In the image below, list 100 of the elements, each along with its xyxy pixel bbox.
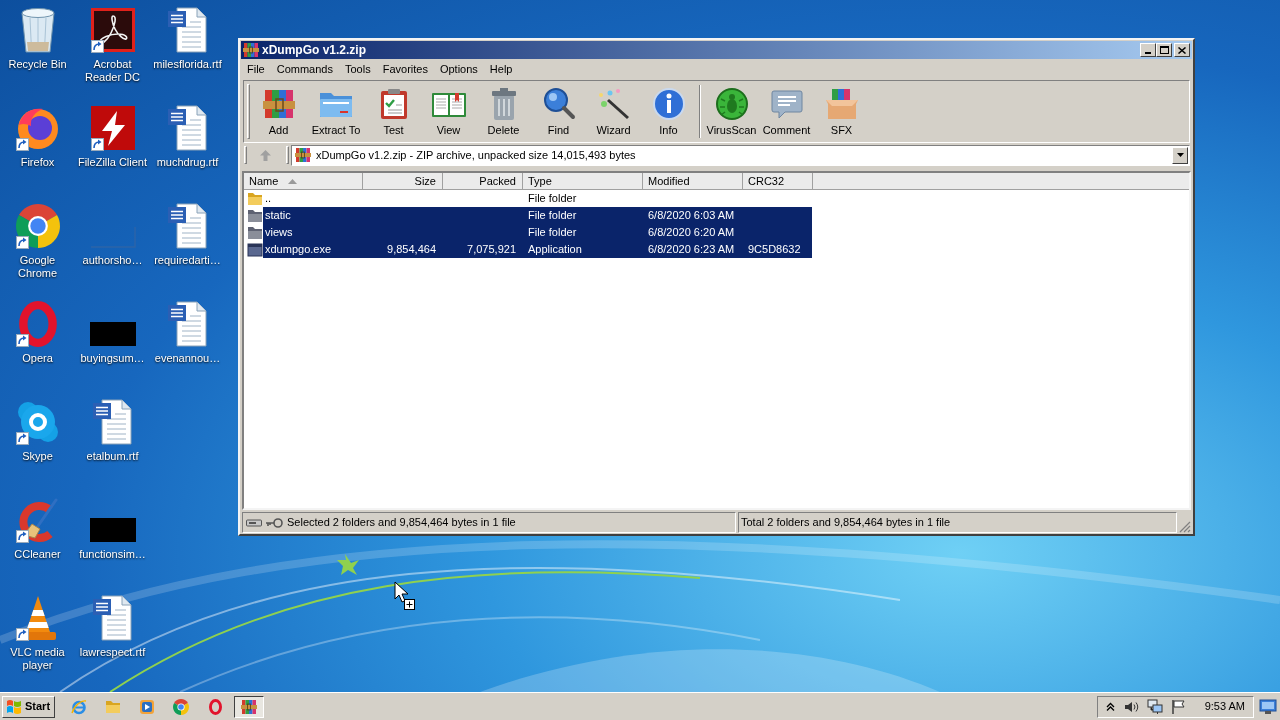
resize-grip-icon[interactable]: [1179, 521, 1191, 533]
up-arrow-icon: [259, 149, 271, 161]
minimize-icon: [1145, 52, 1151, 54]
icon-label[interactable]: muchdrug.rtf: [156, 156, 219, 169]
icon-label[interactable]: Acrobat Reader DC: [75, 58, 150, 84]
recycle-bin-icon[interactable]: [19, 7, 56, 53]
column-header[interactable]: Packed: [443, 173, 523, 190]
menu-item[interactable]: Tools: [339, 60, 377, 77]
document-icon[interactable]: [167, 7, 208, 53]
bolt-tile-icon[interactable]: [90, 106, 135, 150]
show-desktop-button[interactable]: [1258, 696, 1278, 717]
file-row[interactable]: static File folder 6/8/2020 6:03 AM: [263, 207, 812, 224]
table-cell-text: File folder: [527, 225, 578, 240]
sort-arrow-icon: [288, 178, 298, 184]
maximize-button[interactable]: [1156, 43, 1172, 57]
chevron-up-icon[interactable]: [1105, 702, 1115, 711]
menu-item[interactable]: Commands: [270, 60, 339, 77]
globe-icon[interactable]: [15, 106, 60, 150]
icon-label[interactable]: authorsho…: [82, 254, 143, 267]
clock[interactable]: 9:53 AM: [1204, 698, 1245, 715]
icon-label[interactable]: lawrespect.rtf: [79, 646, 146, 659]
flag-logo-icon: [6, 699, 22, 714]
flag-icon[interactable]: [1170, 698, 1185, 715]
table-cell-text: 9,854,464: [386, 242, 437, 257]
network-icon[interactable]: [1146, 698, 1163, 715]
box-icon: [823, 86, 860, 122]
play-icon: [139, 698, 155, 715]
info-button[interactable]: Info: [641, 81, 696, 142]
folder-icon: [247, 208, 263, 223]
monitor-icon: [1259, 698, 1277, 715]
table-cell-text: File folder: [527, 191, 578, 206]
table-cell-text: File folder: [527, 208, 578, 223]
menu-item[interactable]: Options: [433, 60, 484, 77]
application-icon: [247, 242, 263, 257]
icon-label[interactable]: Opera: [22, 352, 53, 365]
comment-button[interactable]: Comment: [759, 81, 814, 142]
icon-label[interactable]: Firefox: [20, 156, 55, 169]
icon-label[interactable]: FileZilla Client: [77, 156, 148, 169]
icon-label[interactable]: etalbum.rtf: [86, 450, 139, 463]
column-header[interactable]: Name: [244, 173, 363, 190]
icon-label[interactable]: CCleaner: [14, 548, 61, 561]
column-header[interactable]: CRC32: [743, 173, 813, 190]
column-header[interactable]: Size: [363, 173, 443, 190]
wizard-button[interactable]: Wizard: [586, 81, 641, 142]
icon-label[interactable]: Google Chrome: [0, 254, 75, 280]
icon-label[interactable]: Skype: [22, 450, 53, 463]
document-icon[interactable]: [167, 203, 208, 249]
key-icon: [265, 517, 283, 528]
delete-button[interactable]: Delete: [476, 81, 531, 142]
icon-label[interactable]: milesflorida.rtf: [153, 58, 222, 71]
file-row[interactable]: views File folder 6/8/2020 6:20 AM: [263, 224, 812, 241]
column-header[interactable]: Type: [523, 173, 643, 190]
find-button[interactable]: Find: [531, 81, 586, 142]
extract-to-button[interactable]: Extract To: [306, 81, 366, 142]
menu-item[interactable]: File: [241, 60, 271, 77]
maximize-icon: [1159, 46, 1169, 54]
sfx-button[interactable]: SFX: [814, 81, 869, 142]
thumbnail-icon[interactable]: [89, 518, 136, 542]
virus-scan-button[interactable]: VirusScan: [704, 81, 759, 142]
cloud-icon[interactable]: [15, 400, 60, 444]
test-button[interactable]: Test: [366, 81, 421, 142]
menu-item[interactable]: Favorites: [376, 60, 434, 77]
status-text: Total 2 folders and 9,854,464 bytes in 1 file: [741, 515, 951, 531]
document-icon[interactable]: [92, 399, 133, 445]
column-header[interactable]: Modified: [643, 173, 743, 190]
address-field[interactable]: xDumpGo v1.2.zip - ZIP archive, unpacked size 14,015,493 bytes: [291, 144, 1190, 166]
icon-label[interactable]: evenannou…: [154, 352, 221, 365]
file-name: xdumpgo.exe: [264, 242, 333, 257]
taskbar-button[interactable]: [234, 695, 264, 718]
folder-icon: [247, 225, 263, 240]
icon-label[interactable]: buyingsum…: [80, 352, 145, 365]
table-cell-text: 9C5D8632: [747, 242, 802, 257]
color-wheel-icon: [173, 698, 189, 715]
dropdown-button[interactable]: [1172, 146, 1188, 164]
status-text: Selected 2 folders and 9,854,464 bytes in 1 file: [287, 515, 516, 531]
color-wheel-icon[interactable]: [15, 204, 60, 248]
minimize-button[interactable]: [1140, 43, 1156, 57]
icon-label[interactable]: functionsim…: [79, 548, 146, 561]
view-button[interactable]: View: [421, 81, 476, 142]
menu-item[interactable]: Help: [483, 60, 519, 77]
table-cell-text: 6/8/2020 6:20 AM: [647, 225, 736, 240]
icon-label[interactable]: VLC media player: [0, 646, 75, 672]
document-icon[interactable]: [167, 105, 208, 151]
document-icon[interactable]: [92, 595, 133, 641]
caret-down-icon: [1176, 153, 1184, 157]
star-icon: [337, 554, 359, 575]
icon-label[interactable]: Recycle Bin: [8, 58, 67, 71]
swirl-tile-icon[interactable]: [90, 8, 135, 52]
thumbnail-icon[interactable]: [89, 322, 136, 346]
file-row[interactable]: .. File folder: [263, 190, 812, 207]
close-button[interactable]: [1174, 43, 1190, 57]
start-button[interactable]: Start: [2, 695, 55, 718]
books-icon: [241, 698, 257, 715]
info-icon: [650, 86, 687, 122]
file-row[interactable]: xdumpgo.exe 9,854,464 7,075,921 Application 6/8/2020 6:23 AM 9C5D8632: [263, 241, 812, 258]
icon-label[interactable]: requiredarti…: [154, 254, 221, 267]
add-button[interactable]: Add: [251, 81, 306, 142]
ring-icon[interactable]: [18, 301, 57, 347]
document-icon[interactable]: [167, 301, 208, 347]
ring-icon: [208, 698, 222, 715]
